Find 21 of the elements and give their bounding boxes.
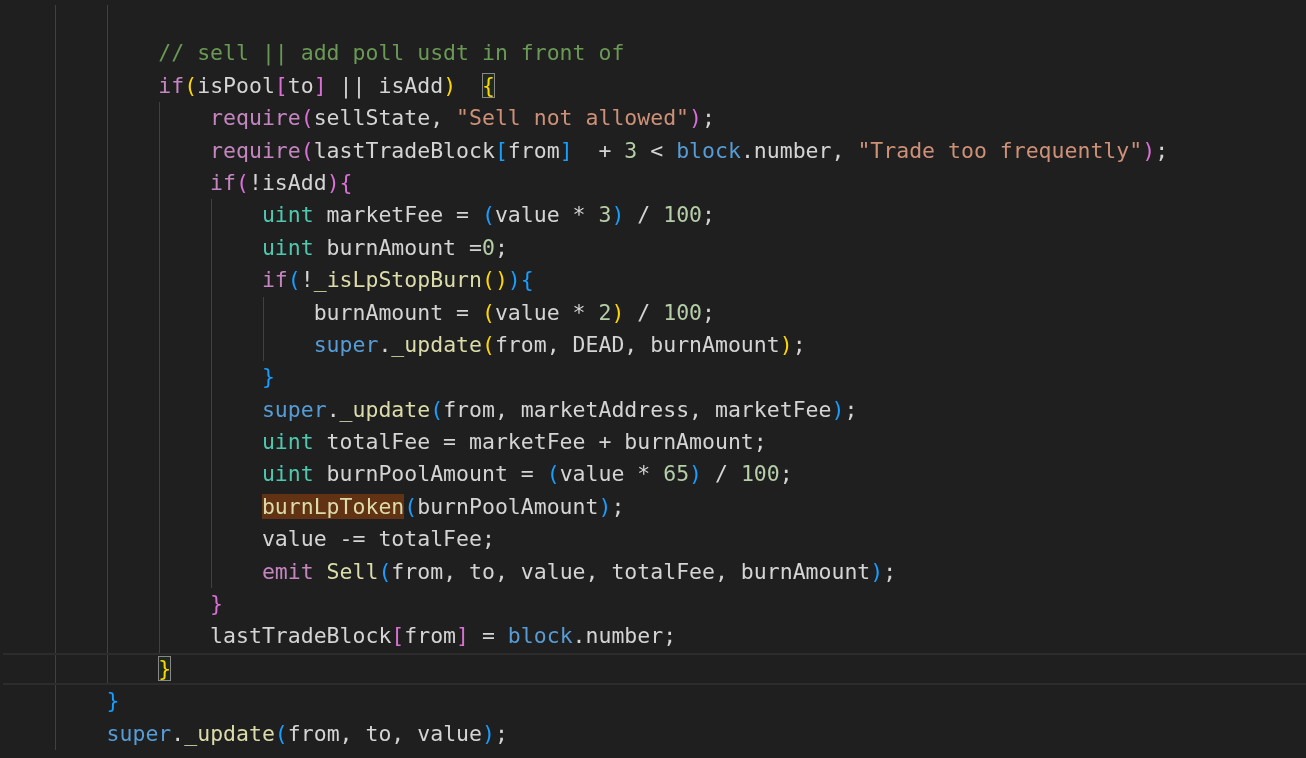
code-line: if(!_isLpStopBurn()){ [260,266,534,295]
code-line: uint totalFee = marketFee + burnAmount; [260,428,767,457]
code-line: super._update(from, DEAD, burnAmount); [312,330,806,359]
code-line: if(!isAdd){ [209,168,353,197]
code-line: } [209,590,224,619]
code-line: emit Sell(from, to, value, totalFee, burnAmount); [260,557,897,586]
code-line: burnLpToken(burnPoolAmount); [260,492,625,521]
code-line: lastTradeBlock[from] = block.number; [209,622,677,651]
code-line: super._update(from, to, value); [105,719,508,748]
code-line: require(sellState, "Sell not allowed"); [209,104,715,133]
code-line: super._update(from, marketAddress, marketFee); [260,395,858,424]
code-line: uint burnPoolAmount = (value * 65) / 100; [260,460,793,489]
code-line: if(isPool[to] || isAdd) { [157,71,495,101]
code-line: // sell || add poll usdt in front of [157,39,625,68]
code-line: burnAmount = (value * 2) / 100; [312,298,715,327]
code-line: value -= totalFee; [260,525,495,554]
code-line: uint burnAmount =0; [260,233,508,262]
code-line: } [260,363,275,392]
code-line: uint marketFee = (value * 3) / 100; [260,201,715,230]
code-line: } [105,687,120,716]
code-line: require(lastTradeBlock[from] + 3 < block.number, "Trade too frequently"); [209,136,1169,165]
